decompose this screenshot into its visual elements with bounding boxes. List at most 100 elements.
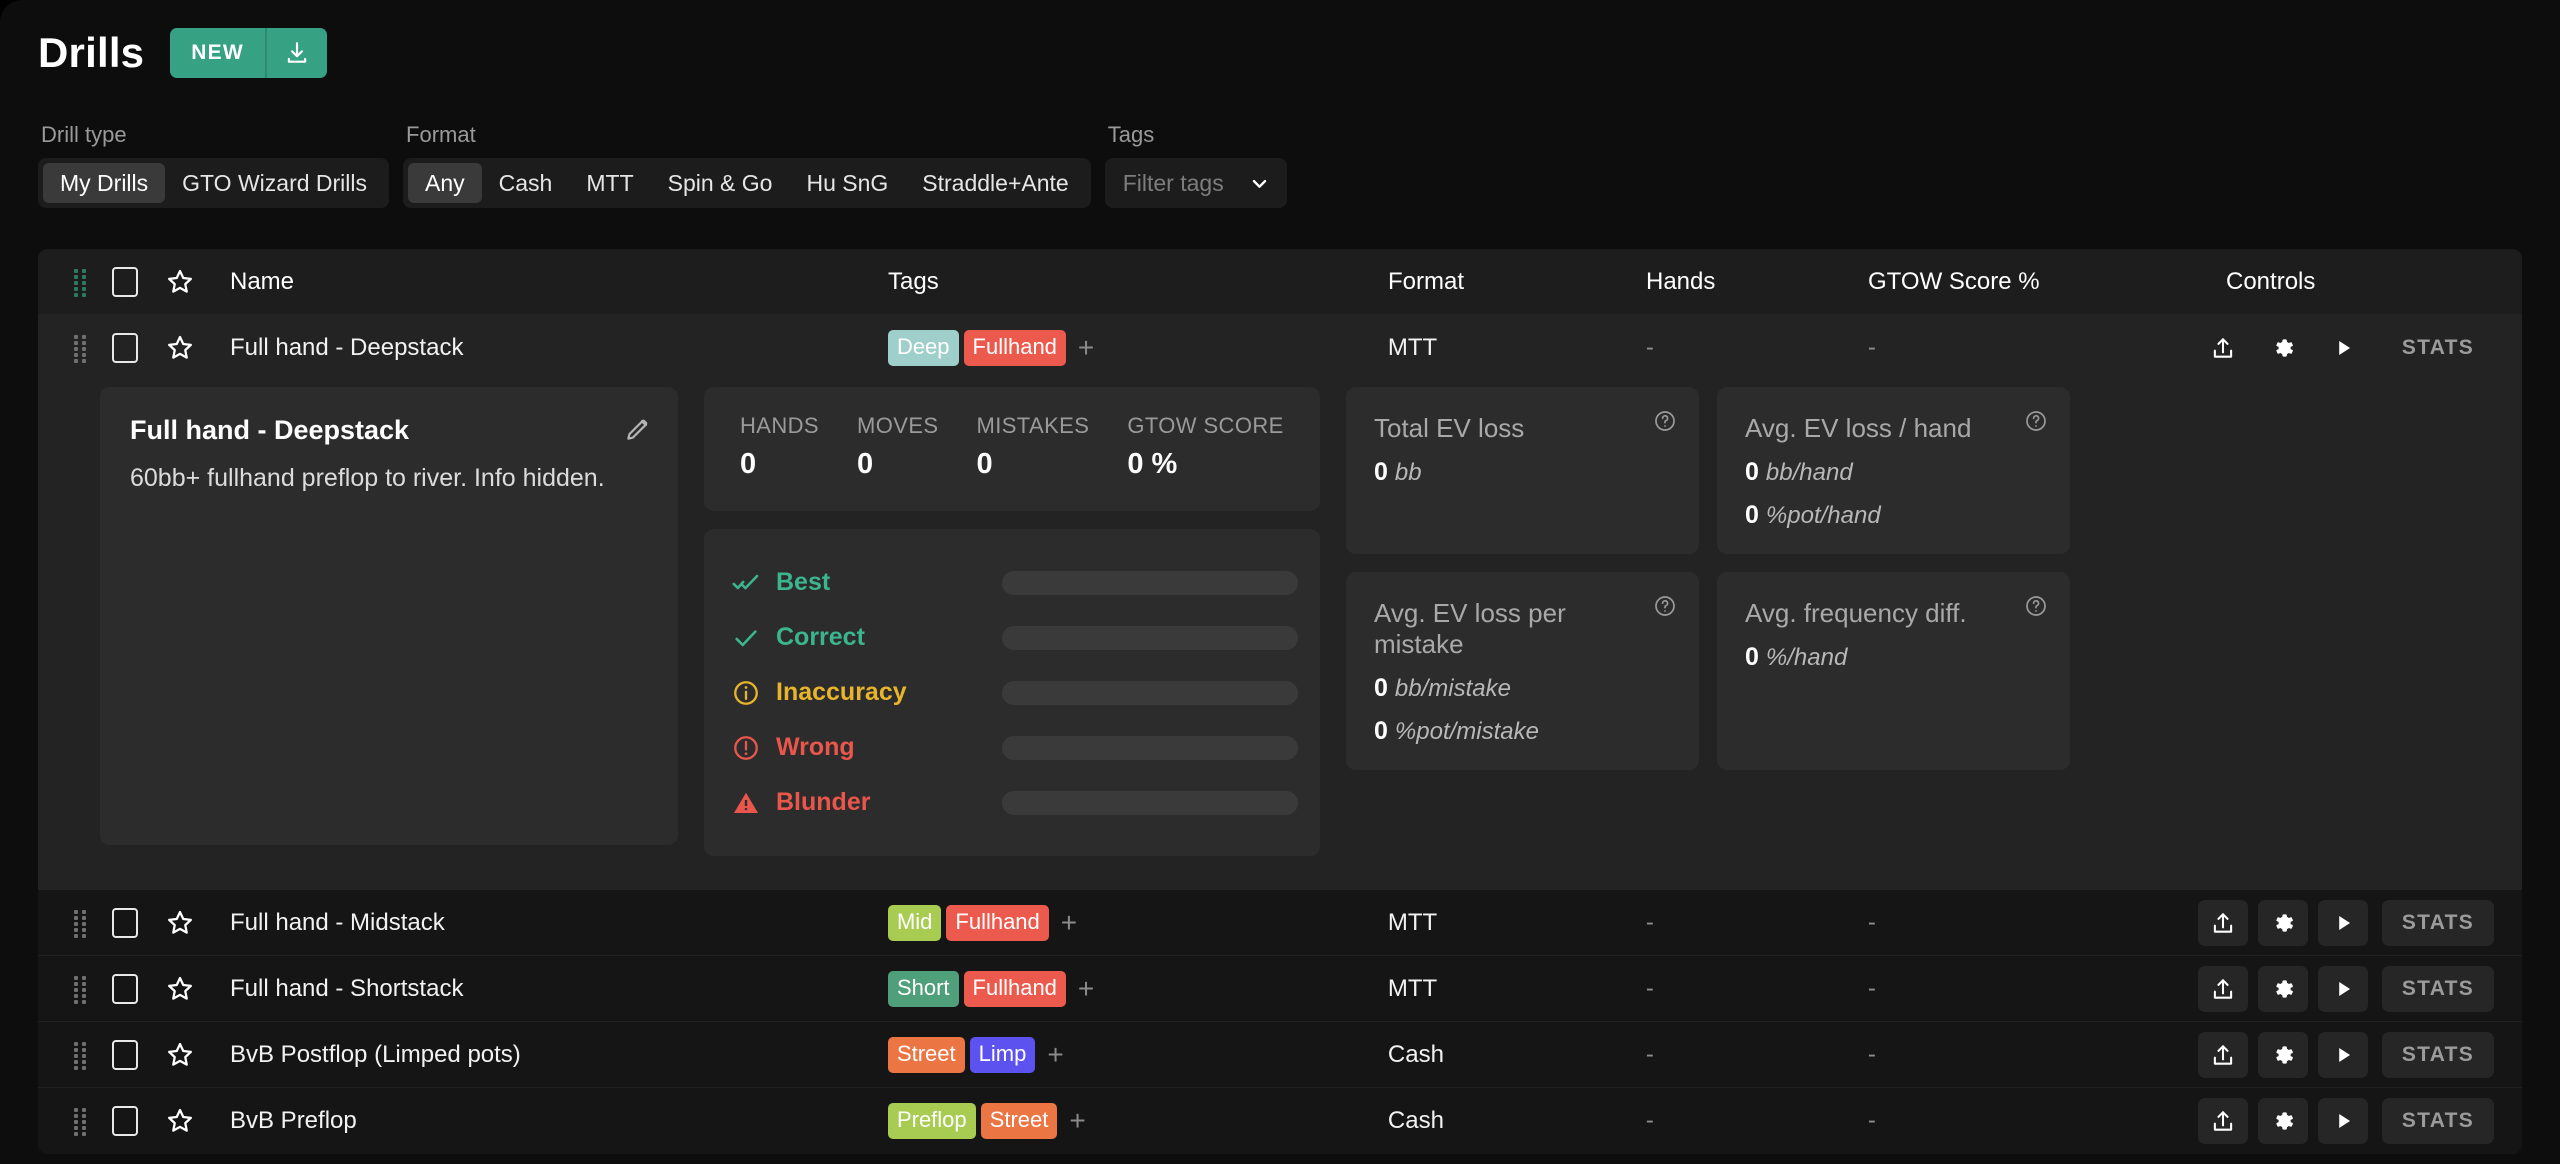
tag-chip[interactable]: Street — [980, 1103, 1058, 1139]
new-drill-button[interactable]: NEW — [170, 28, 265, 78]
row-name[interactable]: Full hand - Deepstack — [208, 334, 888, 362]
tag-chip[interactable]: Street — [887, 1036, 965, 1073]
favorite-cell[interactable] — [152, 974, 208, 1004]
row-select-cell[interactable] — [98, 973, 152, 1004]
drag-handle[interactable] — [62, 975, 98, 1004]
play-button[interactable] — [2317, 1031, 2368, 1078]
favorite-header-cell[interactable] — [152, 267, 208, 297]
drag-handle[interactable] — [62, 335, 98, 363]
play-button[interactable] — [2318, 325, 2368, 371]
drag-handle[interactable] — [62, 909, 98, 938]
ev-value: 0 — [1745, 643, 1759, 671]
stats-button[interactable]: STATS — [2382, 325, 2494, 371]
help-circle-icon[interactable] — [1653, 409, 1677, 433]
tag-chip[interactable]: Fullhand — [946, 904, 1049, 941]
add-tag-button[interactable]: + — [1078, 974, 1094, 1003]
add-tag-button[interactable]: + — [1069, 1107, 1085, 1135]
stats-button[interactable]: STATS — [2381, 1031, 2495, 1078]
table-row[interactable]: Full hand - Midstack Mid Fullhand + MTT - - STA… — [38, 890, 2522, 956]
column-header-hands[interactable]: Hands — [1646, 268, 1868, 296]
export-button[interactable] — [2197, 965, 2248, 1012]
tag-chip[interactable]: Mid — [887, 904, 942, 941]
settings-button[interactable] — [2257, 1031, 2308, 1078]
format-option-any[interactable]: Any — [408, 163, 482, 203]
row-hands: - — [1645, 908, 1654, 936]
favorite-cell[interactable] — [152, 908, 208, 938]
format-option-spin-and-go[interactable]: Spin & Go — [651, 163, 790, 203]
drill-type-option-my-drills[interactable]: My Drills — [43, 163, 166, 203]
download-drill-button[interactable] — [264, 28, 327, 78]
row-checkbox[interactable] — [112, 1039, 138, 1070]
export-button[interactable] — [2198, 325, 2248, 371]
add-tag-button[interactable]: + — [1047, 1040, 1063, 1069]
play-button[interactable] — [2317, 899, 2368, 946]
play-button[interactable] — [2317, 965, 2368, 1012]
ev-card-line: 0 bb/mistake — [1374, 674, 1511, 702]
select-all-checkbox[interactable] — [112, 266, 138, 297]
tag-chip[interactable]: Deep — [887, 330, 959, 366]
row-checkbox[interactable] — [112, 333, 138, 363]
row-checkbox[interactable] — [112, 907, 138, 938]
quality-bar — [1002, 790, 1298, 815]
row-checkbox[interactable] — [112, 973, 138, 1004]
tag-chip[interactable]: Fullhand — [963, 970, 1066, 1007]
table-row[interactable]: BvB Postflop (Limped pots) Street Limp + Cas… — [38, 1022, 2522, 1088]
tag-chip[interactable]: Preflop — [887, 1103, 976, 1139]
table-row[interactable]: BvB Preflop Preflop Street + Cash - - STATS — [38, 1088, 2522, 1154]
row-select-cell[interactable] — [98, 1039, 152, 1070]
settings-button[interactable] — [2257, 899, 2308, 946]
favorite-cell[interactable] — [152, 333, 208, 363]
table-body: Full hand - Deepstack Deep Fullhand + MTT - - S… — [38, 315, 2522, 1154]
format-option-straddle-ante[interactable]: Straddle+Ante — [905, 163, 1085, 203]
drag-dots-icon — [74, 1041, 86, 1070]
row-select-cell[interactable] — [98, 1106, 152, 1136]
table-row[interactable]: Full hand - Deepstack Deep Fullhand + MTT - - S… — [38, 315, 2522, 381]
tags-filter-select[interactable]: Filter tags — [1104, 158, 1287, 208]
play-button[interactable] — [2317, 1098, 2368, 1144]
export-button[interactable] — [2197, 899, 2248, 946]
settings-button[interactable] — [2258, 325, 2308, 371]
row-name[interactable]: BvB Preflop — [208, 1107, 888, 1135]
table-row[interactable]: Full hand - Shortstack Short Fullhand + MTT -… — [38, 956, 2522, 1022]
format-option-mtt[interactable]: MTT — [569, 163, 650, 203]
drag-handle[interactable] — [62, 1108, 98, 1136]
export-button[interactable] — [2197, 1031, 2248, 1078]
download-icon — [287, 42, 307, 63]
settings-button[interactable] — [2257, 1098, 2308, 1144]
column-header-format[interactable]: Format — [1388, 268, 1646, 296]
tag-chip[interactable]: Short — [887, 970, 959, 1007]
row-select-cell[interactable] — [98, 907, 152, 938]
drill-counts-card: HANDS 0 MOVES 0 MISTAKES 0 GTOW SCORE 0 % — [704, 387, 1320, 511]
favorite-cell[interactable] — [152, 1106, 208, 1136]
quality-label: Best — [776, 568, 831, 596]
help-circle-icon[interactable] — [2024, 409, 2048, 433]
pencil-icon[interactable] — [624, 417, 650, 443]
row-name[interactable]: BvB Postflop (Limped pots) — [208, 1041, 888, 1069]
select-all-cell[interactable] — [98, 266, 152, 297]
column-header-name[interactable]: Name — [208, 268, 888, 296]
export-button[interactable] — [2197, 1098, 2248, 1144]
help-circle-icon[interactable] — [1653, 594, 1677, 618]
favorite-cell[interactable] — [152, 1040, 208, 1070]
column-header-score[interactable]: GTOW Score % — [1868, 268, 2198, 296]
settings-button[interactable] — [2257, 965, 2308, 1012]
row-name[interactable]: Full hand - Shortstack — [208, 975, 888, 1003]
add-tag-button[interactable]: + — [1078, 334, 1094, 362]
tag-chip[interactable]: Fullhand — [963, 330, 1066, 366]
help-circle-icon[interactable] — [2024, 594, 2048, 618]
drill-type-option-gto-wizard-drills[interactable]: GTO Wizard Drills — [165, 163, 384, 203]
stats-button[interactable]: STATS — [2381, 1098, 2495, 1144]
row-select-cell[interactable] — [98, 333, 152, 363]
row-checkbox[interactable] — [112, 1106, 138, 1136]
table-header-row: Name Tags Format Hands GTOW Score % Cont… — [38, 249, 2522, 315]
format-option-cash[interactable]: Cash — [482, 163, 570, 203]
tag-chip[interactable]: Limp — [969, 1036, 1036, 1073]
stats-button[interactable]: STATS — [2381, 899, 2495, 946]
row-name[interactable]: Full hand - Midstack — [208, 909, 888, 937]
stats-button[interactable]: STATS — [2381, 965, 2495, 1012]
column-header-tags[interactable]: Tags — [888, 268, 1388, 296]
drag-handle-header[interactable] — [62, 268, 98, 297]
drag-handle[interactable] — [62, 1041, 98, 1070]
format-option-hu-sng[interactable]: Hu SnG — [789, 163, 905, 203]
add-tag-button[interactable]: + — [1061, 908, 1077, 937]
